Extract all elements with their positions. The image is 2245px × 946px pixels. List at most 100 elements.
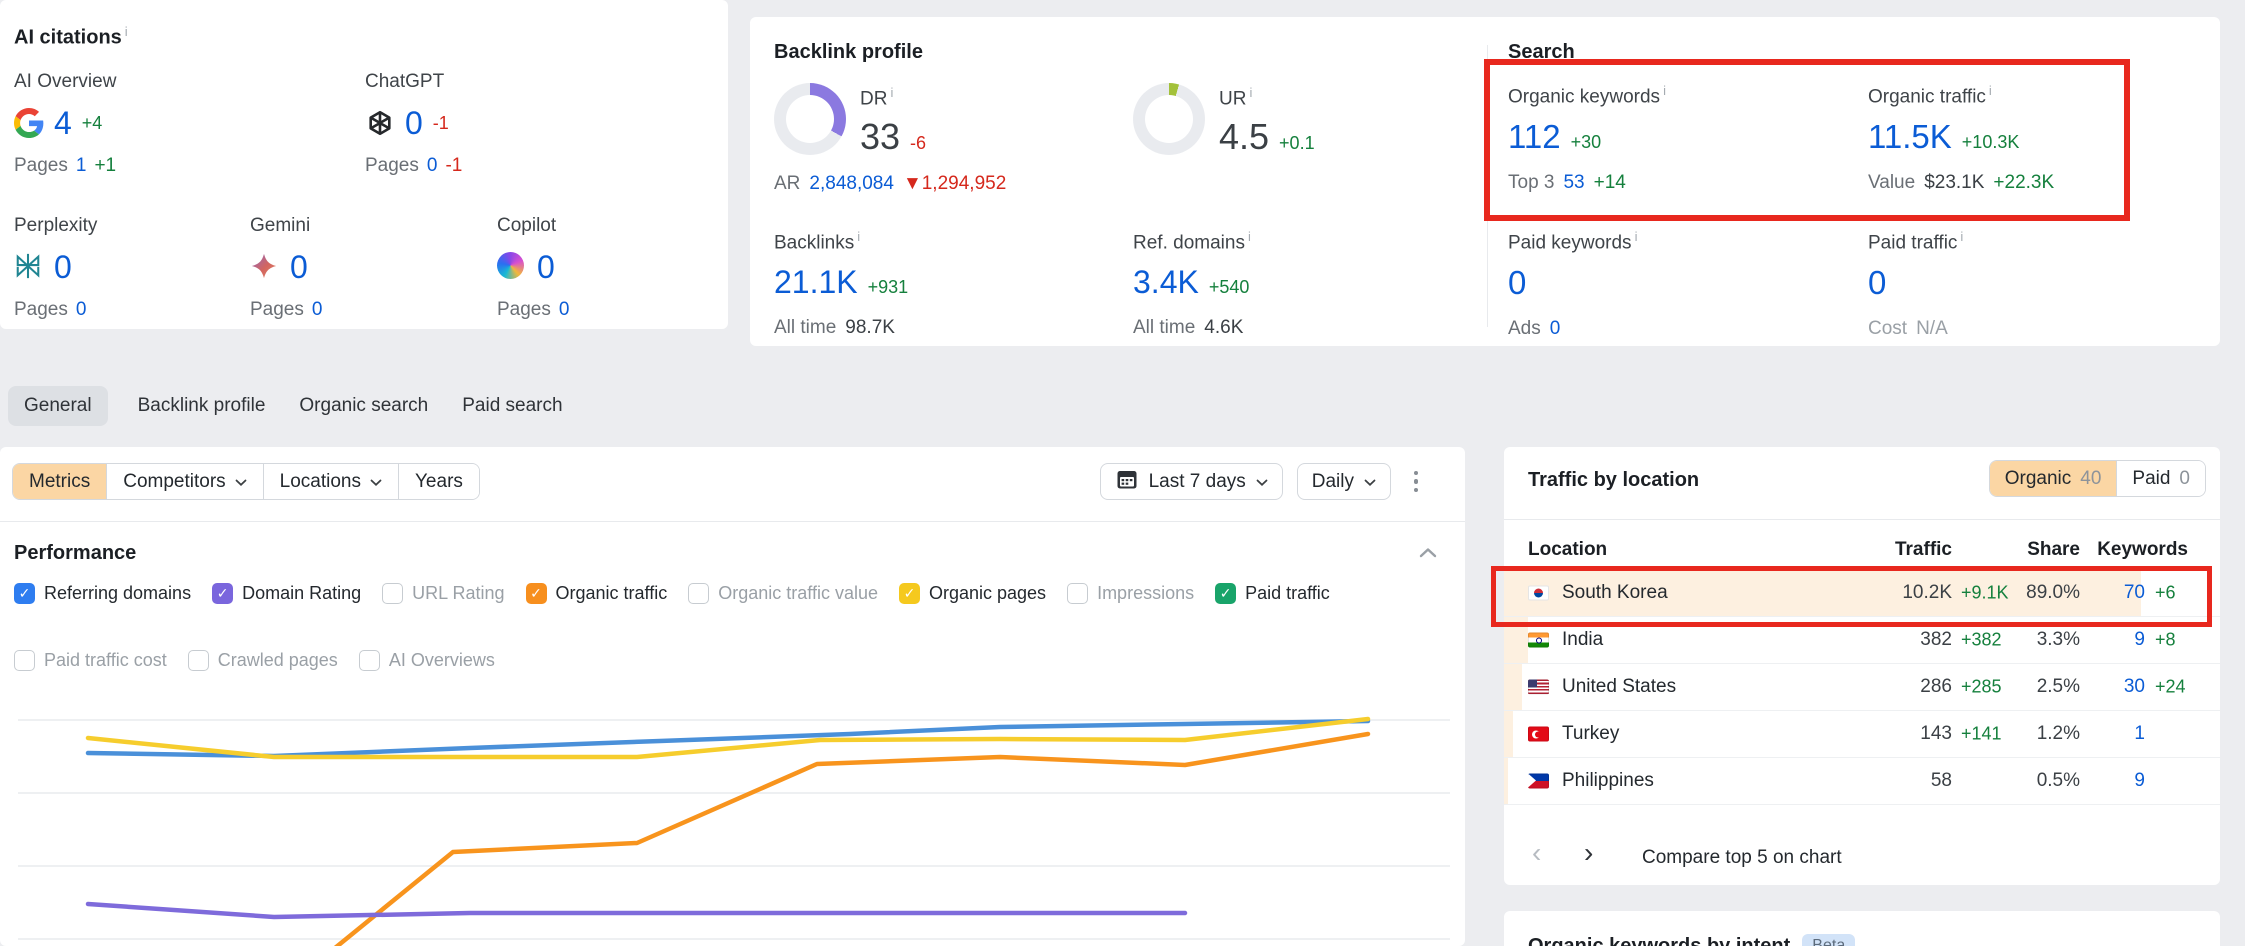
metric-organic-pages[interactable]: ✓Organic pages bbox=[899, 583, 1046, 604]
ref-domains-stat: Ref. domainsi 3.4K+540 All time4.6K bbox=[1133, 229, 1251, 339]
chatgpt-pages-value[interactable]: 0 bbox=[427, 155, 438, 177]
info-icon[interactable]: i bbox=[1635, 229, 1638, 244]
tab-paid-search[interactable]: Paid search bbox=[458, 386, 566, 426]
location-row-philippines[interactable]: Philippines580.5%9 bbox=[1504, 758, 2220, 805]
metric-url-rating[interactable]: URL Rating bbox=[382, 583, 504, 604]
granularity-button[interactable]: Daily bbox=[1297, 463, 1391, 500]
info-icon[interactable]: i bbox=[1248, 229, 1251, 244]
metric-paid-traffic[interactable]: ✓Paid traffic bbox=[1215, 583, 1330, 604]
dr-value[interactable]: 33 bbox=[860, 116, 900, 158]
organic-keywords-stat: Organic keywordsi 112+30 Top 353+14 bbox=[1508, 83, 1666, 194]
organic-traffic-value[interactable]: 11.5K bbox=[1868, 118, 1952, 156]
keywords-delta: +6 bbox=[2155, 583, 2176, 604]
segment-years[interactable]: Years bbox=[398, 464, 479, 499]
top3-value[interactable]: 53 bbox=[1563, 172, 1584, 194]
flag-south-korea-icon bbox=[1528, 586, 1549, 601]
ref-domains-delta: +540 bbox=[1209, 277, 1250, 298]
copilot-citations-value[interactable]: 0 bbox=[537, 249, 555, 286]
keywords-value[interactable]: 1 bbox=[2134, 723, 2145, 745]
location-row-turkey[interactable]: Turkey1431.2%1+141 bbox=[1504, 711, 2220, 758]
ar-value[interactable]: 2,848,084 bbox=[809, 173, 894, 195]
metric-label: Crawled pages bbox=[218, 650, 338, 671]
checked-checkbox-icon[interactable]: ✓ bbox=[212, 583, 233, 604]
ref-domains-value[interactable]: 3.4K bbox=[1133, 264, 1199, 301]
chatgpt-citations-value[interactable]: 0 bbox=[405, 105, 423, 142]
checked-checkbox-icon[interactable]: ✓ bbox=[14, 583, 35, 604]
metric-ai-overviews[interactable]: AI Overviews bbox=[359, 650, 495, 671]
perplexity-pages-value[interactable]: 0 bbox=[76, 299, 87, 321]
ads-value[interactable]: 0 bbox=[1550, 318, 1561, 340]
info-icon[interactable]: i bbox=[1663, 83, 1666, 98]
unchecked-checkbox-icon[interactable] bbox=[382, 583, 403, 604]
checked-checkbox-icon[interactable]: ✓ bbox=[526, 583, 547, 604]
metric-organic-traffic[interactable]: ✓Organic traffic bbox=[526, 583, 668, 604]
keywords-value[interactable]: 70 bbox=[2124, 582, 2145, 604]
location-row-india[interactable]: India3823.3%9+382+8 bbox=[1504, 617, 2220, 664]
paid-traffic-value[interactable]: 0 bbox=[1868, 264, 1886, 302]
location-row-united-states[interactable]: United States2862.5%30+285+24 bbox=[1504, 664, 2220, 711]
more-options-button[interactable] bbox=[1405, 467, 1427, 497]
backlinks-value[interactable]: 21.1K bbox=[774, 264, 858, 301]
metric-paid-traffic-cost[interactable]: Paid traffic cost bbox=[14, 650, 167, 671]
gemini-citations-value[interactable]: 0 bbox=[290, 249, 308, 286]
prev-page-icon[interactable]: ‹ bbox=[1532, 837, 1541, 869]
tab-general[interactable]: General bbox=[8, 386, 108, 426]
traffic-value: 286 bbox=[1920, 676, 1952, 698]
ur-value[interactable]: 4.5 bbox=[1219, 116, 1269, 158]
metric-label: AI Overviews bbox=[389, 650, 495, 671]
toggle-paid[interactable]: Paid0 bbox=[2116, 461, 2205, 496]
keywords-value[interactable]: 30 bbox=[2124, 676, 2145, 698]
info-icon[interactable]: i bbox=[857, 229, 860, 244]
pages-label: Pages bbox=[14, 155, 68, 177]
metric-organic-traffic-value[interactable]: Organic traffic value bbox=[688, 583, 878, 604]
unchecked-checkbox-icon[interactable] bbox=[1067, 583, 1088, 604]
perplexity-citations-value[interactable]: 0 bbox=[54, 249, 72, 286]
unchecked-checkbox-icon[interactable] bbox=[14, 650, 35, 671]
unchecked-checkbox-icon[interactable] bbox=[359, 650, 380, 671]
keywords-value[interactable]: 9 bbox=[2134, 770, 2145, 792]
keywords-value[interactable]: 9 bbox=[2134, 629, 2145, 651]
backlink-search-card: Backlink profile DRi 33-6 AR 2,848,084 ▼… bbox=[750, 17, 2220, 346]
tab-organic-search[interactable]: Organic search bbox=[295, 386, 432, 426]
metric-impressions[interactable]: Impressions bbox=[1067, 583, 1194, 604]
info-icon[interactable]: i bbox=[125, 24, 128, 39]
metric-crawled-pages[interactable]: Crawled pages bbox=[188, 650, 338, 671]
unchecked-checkbox-icon[interactable] bbox=[188, 650, 209, 671]
ai-overview-pages-row: Pages1+1 bbox=[14, 155, 244, 177]
dr-delta: -6 bbox=[910, 133, 926, 154]
segment-metrics[interactable]: Metrics bbox=[13, 464, 106, 499]
metric-domain-rating[interactable]: ✓Domain Rating bbox=[212, 583, 361, 604]
next-page-icon[interactable]: › bbox=[1584, 837, 1593, 869]
ai-overview-pages-value[interactable]: 1 bbox=[76, 155, 87, 177]
info-icon[interactable]: i bbox=[890, 85, 893, 100]
segment-competitors[interactable]: Competitors bbox=[106, 464, 262, 499]
info-icon[interactable]: i bbox=[1989, 83, 1992, 98]
google-g-icon bbox=[14, 108, 44, 138]
share-value: 1.2% bbox=[2037, 723, 2080, 745]
collapse-chevron-up-icon[interactable] bbox=[1419, 546, 1437, 561]
dr-donut bbox=[774, 83, 846, 155]
metric-label: Impressions bbox=[1097, 583, 1194, 604]
date-controls: Last 7 days Daily bbox=[1100, 463, 1427, 500]
toggle-organic[interactable]: Organic40 bbox=[1990, 461, 2117, 496]
checked-checkbox-icon[interactable]: ✓ bbox=[899, 583, 920, 604]
ai-tile-ai-overview: AI Overview4+4Pages1+1 bbox=[14, 71, 244, 177]
organic-keywords-value[interactable]: 112 bbox=[1508, 118, 1561, 156]
date-range-button[interactable]: Last 7 days bbox=[1100, 463, 1283, 500]
paid-keywords-value[interactable]: 0 bbox=[1508, 264, 1526, 302]
compare-top5-link[interactable]: Compare top 5 on chart bbox=[1642, 847, 1842, 869]
location-row-south-korea[interactable]: South Korea10.2K89.0%70+9.1K+6 bbox=[1504, 570, 2220, 617]
performance-title: Performance bbox=[14, 542, 136, 565]
segment-locations[interactable]: Locations bbox=[263, 464, 398, 499]
gemini-pages-value[interactable]: 0 bbox=[312, 299, 323, 321]
pages-label: Pages bbox=[250, 299, 304, 321]
info-icon[interactable]: i bbox=[1960, 229, 1963, 244]
unchecked-checkbox-icon[interactable] bbox=[688, 583, 709, 604]
info-icon[interactable]: i bbox=[1249, 85, 1252, 100]
ai-overview-citations-value[interactable]: 4 bbox=[54, 105, 72, 142]
copilot-pages-value[interactable]: 0 bbox=[559, 299, 570, 321]
chevron-down-icon bbox=[235, 471, 247, 493]
metric-referring-domains[interactable]: ✓Referring domains bbox=[14, 583, 191, 604]
checked-checkbox-icon[interactable]: ✓ bbox=[1215, 583, 1236, 604]
tab-backlink-profile[interactable]: Backlink profile bbox=[134, 386, 270, 426]
